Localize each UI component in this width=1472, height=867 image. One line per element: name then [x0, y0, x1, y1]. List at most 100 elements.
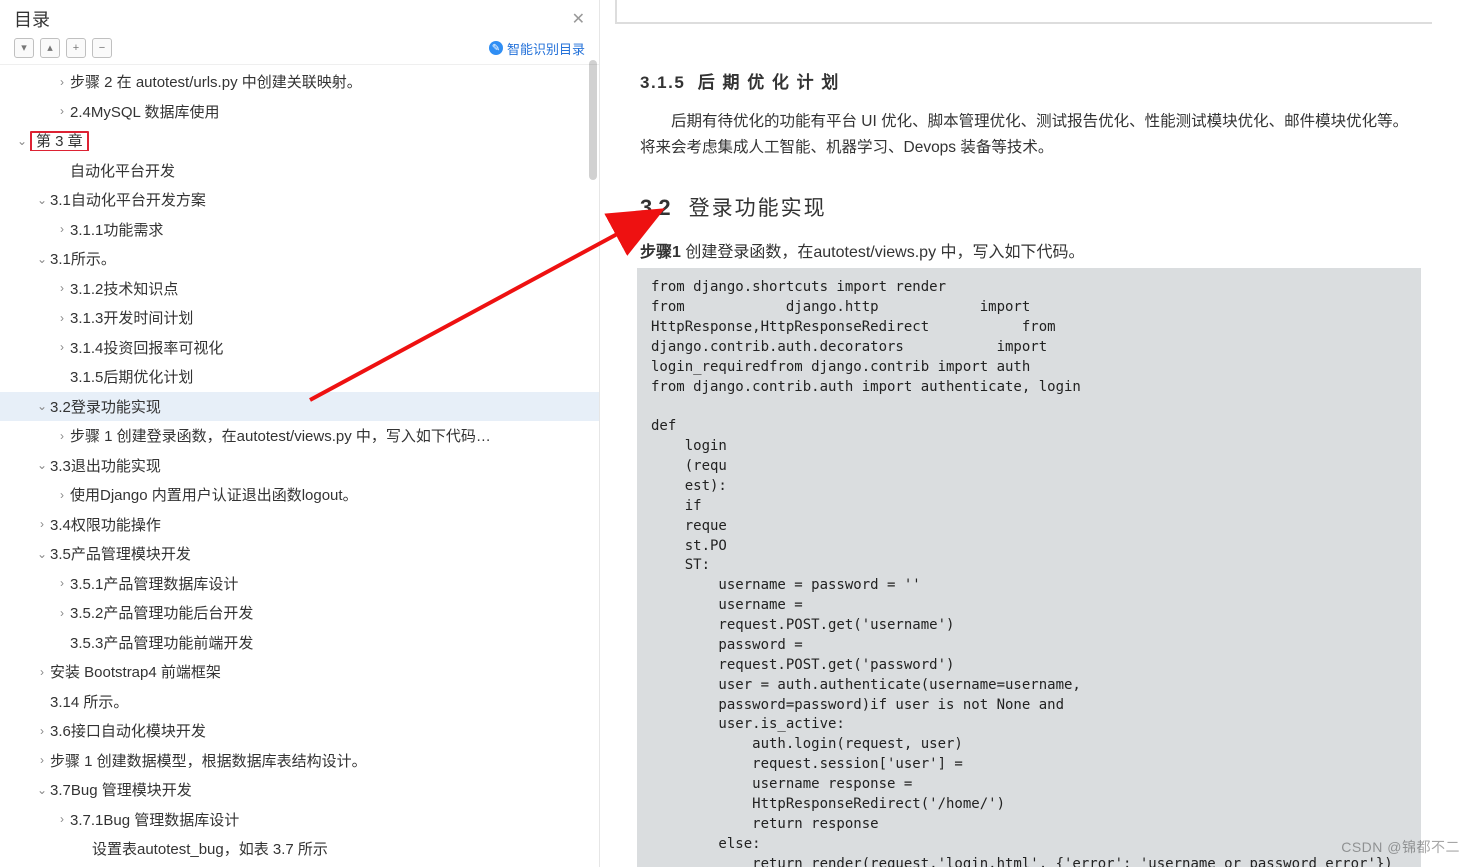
- smart-toc-icon: ✎: [489, 41, 503, 55]
- remove-node-icon[interactable]: −: [92, 38, 112, 58]
- toc-item-20[interactable]: ›安装 Bootstrap4 前端框架: [0, 657, 599, 687]
- code-line: auth.login(request, user): [651, 735, 1407, 755]
- toc-item-label: 3.5产品管理模块开发: [50, 543, 191, 564]
- toc-item-22[interactable]: ›3.6接口自动化模块开发: [0, 716, 599, 746]
- toc-item-12[interactable]: ›步骤 1 创建登录函数，在autotest/views.py 中，写入如下代码…: [0, 421, 599, 451]
- section-3-1-5-body: 后期有待优化的功能有平台 UI 优化、脚本管理优化、测试报告优化、性能测试模块优…: [640, 109, 1410, 160]
- toc-item-label: 3.5.3产品管理功能前端开发: [70, 632, 253, 653]
- toc-item-2[interactable]: ⌄第 3 章: [0, 126, 599, 156]
- toc-item-6[interactable]: ⌄3.1所示。: [0, 244, 599, 274]
- toc-item-label: 3.7Bug 管理模块开发: [50, 779, 192, 800]
- chevron-down-icon[interactable]: ⌄: [14, 134, 30, 148]
- chevron-right-icon[interactable]: ›: [34, 517, 50, 531]
- toc-item-label: 设置表autotest_bug，如表 3.7 所示: [92, 838, 328, 859]
- code-line: ST:: [651, 556, 1407, 576]
- toc-item-16[interactable]: ⌄3.5产品管理模块开发: [0, 539, 599, 569]
- chevron-right-icon[interactable]: ›: [54, 281, 70, 295]
- chevron-down-icon[interactable]: ⌄: [34, 547, 50, 561]
- toc-item-0[interactable]: ›步骤 2 在 autotest/urls.py 中创建关联映射。: [0, 67, 599, 97]
- toc-item-label: 使用Django 内置用户认证退出函数logout。: [70, 484, 358, 505]
- code-line: from django.http import: [651, 298, 1407, 318]
- chevron-right-icon[interactable]: ›: [54, 222, 70, 236]
- chevron-right-icon[interactable]: ›: [34, 665, 50, 679]
- chevron-down-icon[interactable]: ⌄: [34, 193, 50, 207]
- code-line: HttpResponse,HttpResponseRedirect from: [651, 318, 1407, 338]
- toc-item-5[interactable]: ›3.1.1功能需求: [0, 215, 599, 245]
- toc-item-label: 3.7.1Bug 管理数据库设计: [70, 809, 239, 830]
- toc-item-23[interactable]: ›步骤 1 创建数据模型，根据数据库表结构设计。: [0, 746, 599, 776]
- add-node-icon[interactable]: +: [66, 38, 86, 58]
- code-line: username =: [651, 596, 1407, 616]
- toc-item-15[interactable]: ›3.4权限功能操作: [0, 510, 599, 540]
- code-line: (requ: [651, 457, 1407, 477]
- toc-title: 目录: [14, 6, 50, 32]
- expand-all-icon[interactable]: ▴: [40, 38, 60, 58]
- code-line: reque: [651, 517, 1407, 537]
- toc-item-18[interactable]: ›3.5.2产品管理功能后台开发: [0, 598, 599, 628]
- toc-item-14[interactable]: ›使用Django 内置用户认证退出函数logout。: [0, 480, 599, 510]
- chevron-right-icon[interactable]: ›: [54, 340, 70, 354]
- chevron-down-icon[interactable]: ⌄: [34, 399, 50, 413]
- chevron-right-icon[interactable]: ›: [54, 429, 70, 443]
- code-line: user = auth.authenticate(username=userna…: [651, 676, 1407, 696]
- chevron-right-icon[interactable]: ›: [54, 576, 70, 590]
- toc-item-10[interactable]: 3.1.5后期优化计划: [0, 362, 599, 392]
- heading-3-1-5: 3.1.5 后 期 优 化 计 划: [640, 68, 1410, 93]
- collapse-all-icon[interactable]: ▾: [14, 38, 34, 58]
- chevron-right-icon[interactable]: ›: [54, 104, 70, 118]
- toc-item-3[interactable]: 自动化平台开发: [0, 156, 599, 186]
- toc-item-24[interactable]: ⌄3.7Bug 管理模块开发: [0, 775, 599, 805]
- toc-item-21[interactable]: 3.14 所示。: [0, 687, 599, 717]
- toc-item-label: 3.1.2技术知识点: [70, 278, 178, 299]
- toc-item-label: 3.1所示。: [50, 248, 116, 269]
- code-line: if: [651, 497, 1407, 517]
- chevron-right-icon[interactable]: ›: [54, 812, 70, 826]
- toc-item-label: 3.14 所示。: [50, 691, 128, 712]
- toc-item-label: 3.3退出功能实现: [50, 455, 161, 476]
- code-line: [651, 397, 1407, 417]
- code-line: st.PO: [651, 537, 1407, 557]
- toc-scrollbar[interactable]: [589, 0, 597, 867]
- toc-item-label: 3.5.2产品管理功能后台开发: [70, 602, 253, 623]
- toc-item-7[interactable]: ›3.1.2技术知识点: [0, 274, 599, 304]
- code-line: def: [651, 417, 1407, 437]
- code-line: login_requiredfrom django.contrib import…: [651, 358, 1407, 378]
- toc-item-19[interactable]: 3.5.3产品管理功能前端开发: [0, 628, 599, 658]
- chevron-right-icon[interactable]: ›: [34, 753, 50, 767]
- chevron-down-icon[interactable]: ⌄: [34, 458, 50, 472]
- chevron-right-icon[interactable]: ›: [54, 488, 70, 502]
- toc-item-label: 第 3 章: [30, 130, 89, 151]
- toc-item-9[interactable]: ›3.1.4投资回报率可视化: [0, 333, 599, 363]
- toc-item-label: 步骤 1 创建数据模型，根据数据库表结构设计。: [50, 750, 367, 771]
- close-icon[interactable]: ✕: [572, 9, 585, 29]
- toc-item-label: 3.1.4投资回报率可视化: [70, 337, 223, 358]
- code-line: est):: [651, 477, 1407, 497]
- toc-item-label: 步骤 2 在 autotest/urls.py 中创建关联映射。: [70, 71, 362, 92]
- chevron-right-icon[interactable]: ›: [54, 311, 70, 325]
- document-panel[interactable]: 3.1.5 后 期 优 化 计 划 后期有待优化的功能有平台 UI 优化、脚本管…: [600, 0, 1472, 867]
- toc-item-26[interactable]: 设置表autotest_bug，如表 3.7 所示: [0, 834, 599, 864]
- code-line: username = password = '': [651, 576, 1407, 596]
- toc-body[interactable]: ›步骤 2 在 autotest/urls.py 中创建关联映射。›2.4MyS…: [0, 65, 599, 867]
- toc-item-label: 3.4权限功能操作: [50, 514, 161, 535]
- toc-item-label: 步骤 1 创建登录函数，在autotest/views.py 中，写入如下代码…: [70, 425, 491, 446]
- toc-item-17[interactable]: ›3.5.1产品管理数据库设计: [0, 569, 599, 599]
- toc-item-25[interactable]: ›3.7.1Bug 管理数据库设计: [0, 805, 599, 835]
- code-line: username response =: [651, 775, 1407, 795]
- toc-item-1[interactable]: ›2.4MySQL 数据库使用: [0, 97, 599, 127]
- chevron-right-icon[interactable]: ›: [34, 724, 50, 738]
- chevron-right-icon[interactable]: ›: [54, 75, 70, 89]
- toc-item-label: 2.4MySQL 数据库使用: [70, 101, 219, 122]
- toc-item-11[interactable]: ⌄3.2登录功能实现: [0, 392, 599, 422]
- code-line: from django.contrib.auth import authenti…: [651, 378, 1407, 398]
- chevron-right-icon[interactable]: ›: [54, 606, 70, 620]
- toc-item-label: 3.1自动化平台开发方案: [50, 189, 206, 210]
- smart-toc-button[interactable]: ✎ 智能识别目录: [489, 39, 585, 58]
- chevron-down-icon[interactable]: ⌄: [34, 252, 50, 266]
- code-line: password=password)if user is not None an…: [651, 696, 1407, 716]
- toc-item-13[interactable]: ⌄3.3退出功能实现: [0, 451, 599, 481]
- toc-item-8[interactable]: ›3.1.3开发时间计划: [0, 303, 599, 333]
- chevron-down-icon[interactable]: ⌄: [34, 783, 50, 797]
- code-line: HttpResponseRedirect('/home/'): [651, 795, 1407, 815]
- toc-item-4[interactable]: ⌄3.1自动化平台开发方案: [0, 185, 599, 215]
